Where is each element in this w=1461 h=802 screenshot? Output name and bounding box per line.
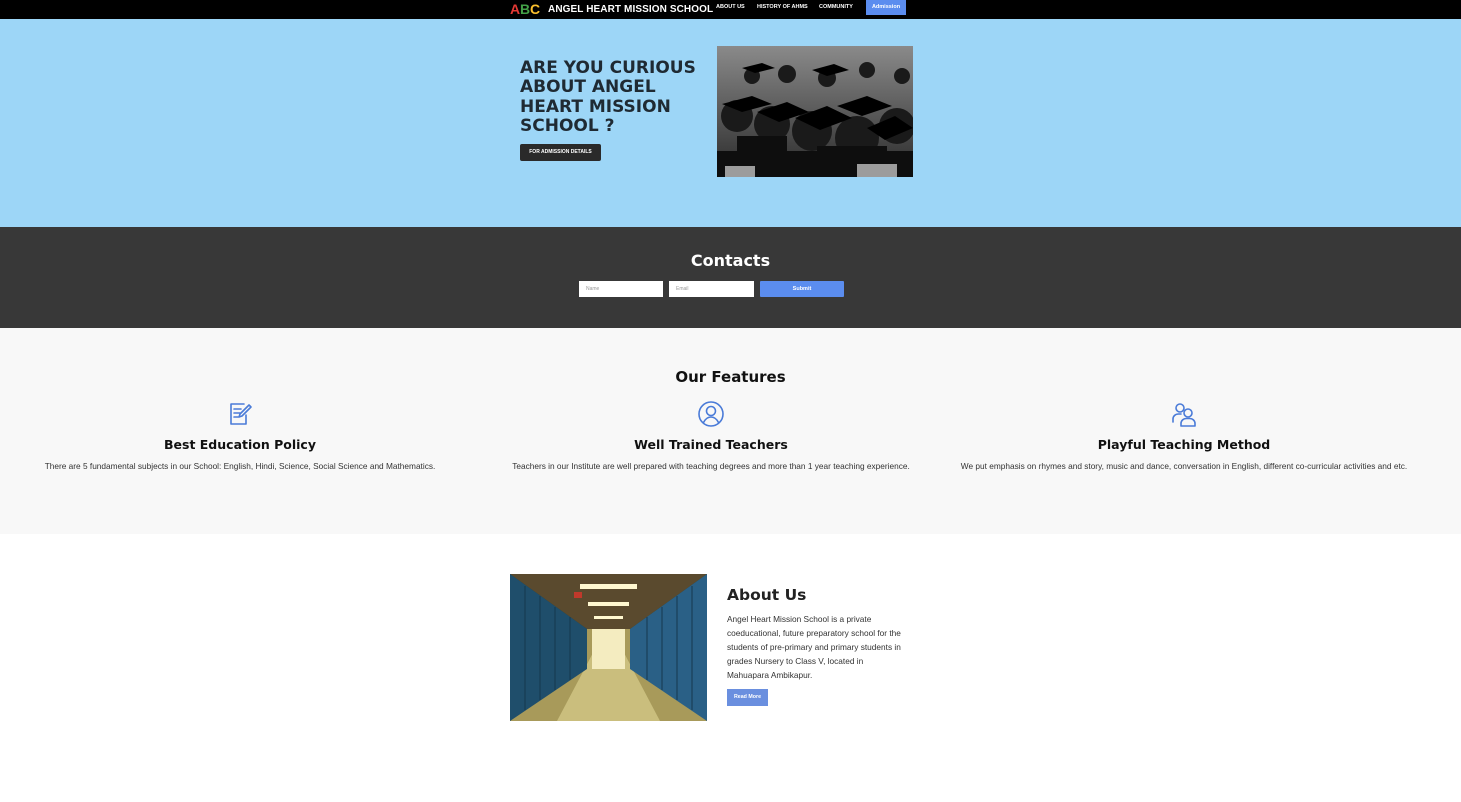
graduation-caps-image bbox=[717, 46, 913, 177]
feature-title: Best Education Policy bbox=[164, 437, 316, 452]
logo-letter-b: B bbox=[520, 1, 531, 17]
navbar: A B C ANGEL HEART MISSION SCHOOL ABOUT U… bbox=[0, 0, 1461, 19]
nav-link-about-us[interactable]: ABOUT US bbox=[716, 0, 745, 15]
admission-button[interactable]: Admission bbox=[866, 0, 906, 15]
feature-trained-teachers: Well Trained Teachers Teachers in our In… bbox=[490, 400, 932, 473]
logo-letter-a: A bbox=[510, 1, 521, 17]
feature-title: Playful Teaching Method bbox=[1097, 437, 1271, 452]
hero-title: ARE YOU CURIOUS ABOUT ANGEL HEART MISSIO… bbox=[520, 58, 696, 136]
feature-education-policy: Best Education Policy There are 5 fundam… bbox=[20, 400, 460, 473]
edit-document-icon bbox=[230, 403, 252, 425]
hero-section: ARE YOU CURIOUS ABOUT ANGEL HEART MISSIO… bbox=[0, 19, 1461, 227]
feature-playful-teaching: Playful Teaching Method We put emphasis … bbox=[955, 400, 1413, 473]
users-group-icon bbox=[1172, 403, 1196, 427]
feature-description: Teachers in our Institute are well prepa… bbox=[512, 461, 910, 471]
feature-title: Well Trained Teachers bbox=[634, 437, 788, 452]
features-title: Our Features bbox=[675, 368, 786, 386]
abc-logo: A B C bbox=[510, 1, 542, 18]
brand[interactable]: A B C ANGEL HEART MISSION SCHOOL bbox=[510, 0, 713, 19]
admission-details-button[interactable]: FOR ADMISSION DETAILS bbox=[520, 144, 601, 161]
hallway-photo bbox=[510, 574, 707, 721]
brand-name[interactable]: ANGEL HEART MISSION SCHOOL bbox=[548, 4, 713, 15]
about-description: Angel Heart Mission School is a private … bbox=[727, 614, 901, 680]
about-title: About Us bbox=[727, 586, 807, 604]
nav-link-community[interactable]: COMMUNITY bbox=[819, 0, 853, 15]
name-input[interactable] bbox=[579, 281, 663, 297]
hallway-lockers-image bbox=[510, 574, 707, 721]
feature-description: There are 5 fundamental subjects in our … bbox=[44, 461, 436, 471]
logo-letter-c: C bbox=[530, 1, 541, 17]
contacts-title: Contacts bbox=[690, 251, 771, 270]
contacts-section: Contacts Submit bbox=[0, 227, 1461, 328]
nav-link-history[interactable]: HISTORY OF AHMS bbox=[757, 0, 808, 15]
read-more-button[interactable]: Read More bbox=[727, 689, 768, 706]
graduation-photo bbox=[717, 46, 913, 177]
submit-button[interactable]: Submit bbox=[760, 281, 844, 297]
features-section: Our Features Best Education Policy There… bbox=[0, 328, 1461, 534]
email-input[interactable] bbox=[669, 281, 754, 297]
user-circle-icon bbox=[698, 401, 724, 427]
feature-description: We put emphasis on rhymes and story, mus… bbox=[960, 461, 1408, 471]
